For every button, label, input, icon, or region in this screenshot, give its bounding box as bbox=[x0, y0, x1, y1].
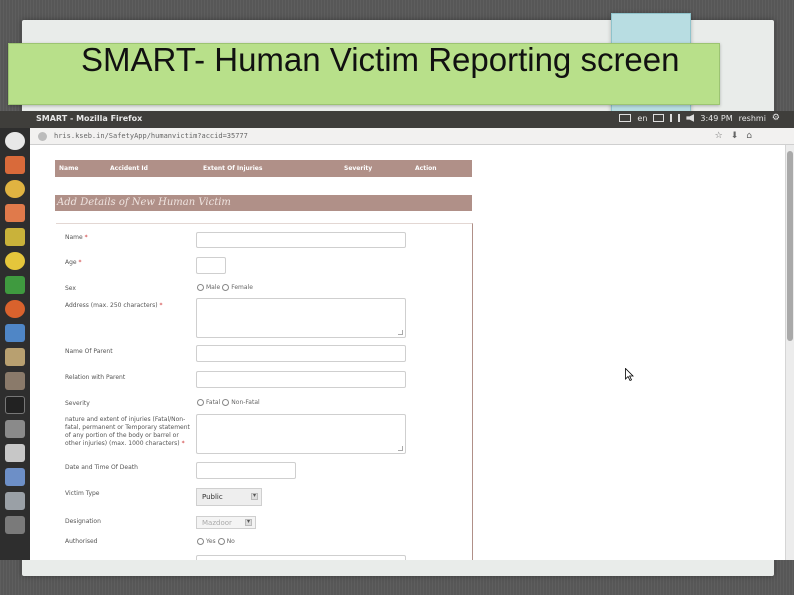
browser-toolbar: ☆ ⬇ ⌂ bbox=[715, 131, 752, 141]
column-extent-of-injuries: Extent Of Injuries bbox=[203, 165, 263, 172]
terminal-icon[interactable] bbox=[5, 396, 25, 414]
next-field-input[interactable] bbox=[196, 555, 406, 560]
help-icon[interactable] bbox=[5, 420, 25, 438]
victim-table-header: Name Accident Id Extent Of Injuries Seve… bbox=[55, 160, 472, 177]
url-bar[interactable]: hris.kseb.in/SafetyApp/humanvictim?accid… bbox=[30, 128, 794, 145]
sex-male-label: Male bbox=[206, 284, 221, 291]
home-icon[interactable]: ⌂ bbox=[746, 131, 752, 141]
sex-radio-group: Male Female bbox=[197, 284, 253, 291]
keyboard-layout[interactable]: en bbox=[637, 114, 647, 123]
death-time-input[interactable] bbox=[196, 462, 296, 479]
name-input[interactable] bbox=[196, 232, 406, 248]
bookmark-star-icon[interactable]: ☆ bbox=[715, 131, 723, 141]
name-label: Name * bbox=[65, 234, 88, 241]
column-action: Action bbox=[415, 165, 437, 172]
relation-label: Relation with Parent bbox=[65, 374, 126, 381]
severity-radio-group: Fatal Non-Fatal bbox=[197, 399, 260, 406]
url-text[interactable]: hris.kseb.in/SafetyApp/humanvictim?accid… bbox=[54, 132, 248, 140]
window-title: SMART - Mozilla Firefox bbox=[36, 114, 143, 123]
system-tray: en 3:49 PM reshmi ⚙ bbox=[619, 113, 780, 123]
volume-icon[interactable] bbox=[686, 114, 695, 122]
chevron-down-icon bbox=[251, 492, 258, 500]
add-victim-section-header: Add Details of New Human Victim bbox=[55, 195, 472, 211]
launcher-sidebar bbox=[0, 128, 30, 560]
sex-male-radio[interactable] bbox=[197, 284, 204, 291]
authorised-label: Authorised bbox=[65, 538, 98, 545]
clock[interactable]: 3:49 PM bbox=[700, 114, 732, 123]
authorised-radio-group: Yes No bbox=[197, 538, 235, 545]
severity-nonfatal-label: Non-Fatal bbox=[231, 399, 260, 406]
severity-fatal-radio[interactable] bbox=[197, 399, 204, 406]
sex-label: Sex bbox=[65, 285, 76, 292]
designation-select[interactable]: Mazdoor bbox=[196, 516, 256, 529]
death-time-label: Date and Time Of Death bbox=[65, 464, 138, 471]
authorised-yes-label: Yes bbox=[206, 538, 216, 545]
victim-form: Name * Age * Sex Male Female Address (ma… bbox=[56, 223, 473, 560]
ubuntu-one-icon[interactable] bbox=[5, 252, 25, 270]
column-name: Name bbox=[59, 165, 79, 172]
age-label: Age * bbox=[65, 259, 82, 266]
text-editor-icon[interactable] bbox=[5, 228, 25, 246]
keyboard-icon[interactable] bbox=[619, 114, 632, 122]
firefox-icon[interactable] bbox=[5, 300, 25, 318]
severity-label: Severity bbox=[65, 400, 90, 407]
gear-icon[interactable]: ⚙ bbox=[772, 113, 780, 123]
system-top-panel: SMART - Mozilla Firefox en 3:49 PM reshm… bbox=[0, 111, 794, 128]
writer-icon[interactable] bbox=[5, 468, 25, 486]
severity-nonfatal-radio[interactable] bbox=[222, 399, 230, 406]
chrome-icon[interactable] bbox=[5, 180, 25, 198]
search-icon[interactable] bbox=[5, 348, 25, 366]
authorised-no-radio[interactable] bbox=[217, 538, 225, 545]
mail-icon[interactable] bbox=[653, 114, 665, 122]
injuries-textarea[interactable] bbox=[196, 414, 406, 454]
draw-icon[interactable] bbox=[5, 492, 25, 510]
designation-value: Mazdoor bbox=[202, 518, 232, 527]
column-accident-id: Accident Id bbox=[110, 165, 148, 172]
victim-type-select[interactable]: Public bbox=[196, 488, 262, 506]
victim-type-label: Victim Type bbox=[65, 490, 100, 497]
column-severity: Severity bbox=[344, 165, 373, 172]
parent-name-input[interactable] bbox=[196, 345, 406, 362]
victim-type-value: Public bbox=[202, 493, 223, 501]
section-title: Add Details of New Human Victim bbox=[57, 197, 231, 208]
sex-female-label: Female bbox=[231, 284, 253, 291]
authorised-no-label: No bbox=[226, 538, 235, 545]
scrollbar-thumb[interactable] bbox=[787, 151, 793, 341]
address-label: Address (max. 250 characters) * bbox=[65, 302, 163, 309]
severity-fatal-label: Fatal bbox=[206, 399, 221, 406]
chevron-down-icon bbox=[245, 518, 252, 526]
address-textarea[interactable] bbox=[196, 298, 406, 338]
designation-label: Designation bbox=[65, 518, 101, 525]
web-page: Name Accident Id Extent Of Injuries Seve… bbox=[30, 145, 785, 560]
network-icon[interactable] bbox=[670, 114, 681, 122]
software-center-icon[interactable] bbox=[5, 324, 25, 342]
settings-icon[interactable] bbox=[5, 372, 25, 390]
site-identity-icon[interactable] bbox=[38, 132, 47, 141]
authorised-yes-radio[interactable] bbox=[197, 538, 204, 545]
relation-input[interactable] bbox=[196, 371, 406, 388]
download-icon[interactable]: ⬇ bbox=[731, 131, 739, 141]
files-icon[interactable] bbox=[5, 156, 25, 174]
injuries-label: nature and extent of injuries (Fatal/Non… bbox=[65, 416, 190, 447]
notes-icon[interactable] bbox=[5, 444, 25, 462]
trash-icon[interactable] bbox=[5, 516, 25, 534]
user-name[interactable]: reshmi bbox=[739, 114, 766, 123]
slide-title-box: SMART- Human Victim Reporting screen bbox=[8, 41, 720, 105]
page-scrollbar[interactable] bbox=[785, 145, 794, 560]
sex-female-radio[interactable] bbox=[222, 284, 230, 291]
dash-home-icon[interactable] bbox=[5, 132, 25, 150]
mouse-cursor-icon bbox=[625, 368, 634, 381]
slide-title: SMART- Human Victim Reporting screen bbox=[81, 41, 680, 78]
parent-name-label: Name Of Parent bbox=[65, 348, 113, 355]
spreadsheet-icon[interactable] bbox=[5, 276, 25, 294]
screenshot-area: SMART - Mozilla Firefox en 3:49 PM reshm… bbox=[0, 111, 794, 560]
age-input[interactable] bbox=[196, 257, 226, 274]
impress-icon[interactable] bbox=[5, 204, 25, 222]
